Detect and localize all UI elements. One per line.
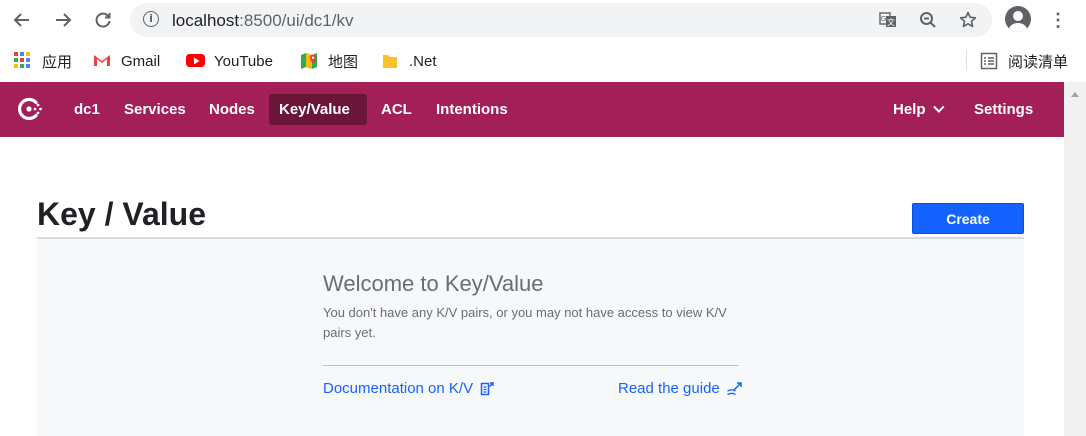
reading-list-label: 阅读清单: [1008, 53, 1069, 71]
nav-settings[interactable]: Settings: [964, 94, 1043, 125]
app-header: dc1 Services Nodes Key/Value ACL Intenti…: [0, 82, 1064, 137]
nav-key-value[interactable]: Key/Value: [269, 94, 367, 125]
maps-icon: [300, 52, 318, 70]
consul-logo-icon[interactable]: [14, 93, 46, 125]
docs-icon: [480, 381, 494, 395]
folder-icon: [381, 52, 399, 70]
empty-state-panel: Welcome to Key/Value You don't have any …: [37, 239, 1024, 436]
nav-intentions[interactable]: Intentions: [426, 94, 518, 125]
page-title: Key / Value: [37, 196, 206, 232]
scroll-up-icon[interactable]: [1071, 92, 1079, 97]
svg-text:文: 文: [887, 17, 895, 27]
zoom-icon[interactable]: [918, 11, 938, 29]
empty-state-divider: [323, 365, 739, 366]
reading-list-icon: [980, 52, 998, 70]
nav-services[interactable]: Services: [114, 94, 196, 125]
read-guide-link-label: Read the guide: [618, 380, 720, 397]
profile-avatar-icon[interactable]: [1005, 6, 1031, 32]
help-label: Help: [893, 101, 926, 118]
bookmark-label: 地图: [328, 53, 359, 71]
bookmarks-divider: [966, 50, 967, 70]
bookmark-folder-net[interactable]: .Net: [381, 51, 437, 71]
apps-grid-icon: [14, 52, 32, 70]
documentation-link[interactable]: Documentation on K/V: [323, 380, 495, 397]
empty-state-title: Welcome to Key/Value: [323, 271, 544, 296]
translate-icon[interactable]: 文G: [878, 11, 898, 29]
chevron-down-icon: [932, 101, 945, 113]
bookmarks-bar: 应用 Gmail YouTube 地图 .Net 阅读清单: [0, 40, 1086, 82]
address-bar[interactable]: i localhost:8500/ui/dc1/kv 文G: [130, 3, 992, 37]
youtube-icon: [186, 52, 205, 70]
nav-datacenter[interactable]: dc1: [64, 94, 110, 125]
bookmark-youtube[interactable]: YouTube: [186, 51, 273, 71]
browser-menu-icon[interactable]: ⋮: [1048, 9, 1068, 31]
gmail-icon: [93, 52, 111, 70]
bookmark-label: YouTube: [214, 52, 273, 70]
bookmark-label: .Net: [409, 52, 437, 70]
read-guide-link[interactable]: Read the guide: [618, 380, 744, 397]
page-scrollbar[interactable]: [1064, 82, 1086, 436]
nav-acl[interactable]: ACL: [371, 94, 422, 125]
guide-icon: [726, 381, 742, 395]
bookmark-gmail[interactable]: Gmail: [93, 51, 160, 71]
documentation-link-label: Documentation on K/V: [323, 380, 474, 397]
bookmark-label: 应用: [42, 53, 73, 71]
nav-nodes[interactable]: Nodes: [199, 94, 265, 125]
create-button[interactable]: Create: [912, 203, 1024, 234]
reload-icon[interactable]: [91, 9, 115, 31]
svg-text:G: G: [881, 15, 886, 23]
browser-toolbar: i localhost:8500/ui/dc1/kv 文G ⋮: [0, 0, 1086, 40]
bookmark-label: Gmail: [121, 52, 161, 70]
forward-arrow-icon[interactable]: [51, 9, 75, 31]
nav-help[interactable]: Help: [883, 94, 950, 125]
bookmark-star-icon[interactable]: [958, 11, 978, 29]
bookmark-apps[interactable]: 应用: [14, 51, 72, 71]
reading-list[interactable]: 阅读清单: [980, 51, 1068, 71]
back-arrow-icon[interactable]: [10, 9, 34, 31]
bookmark-maps[interactable]: 地图: [300, 51, 358, 71]
site-info-icon[interactable]: i: [143, 11, 159, 27]
empty-state-text: You don't have any K/V pairs, or you may…: [323, 305, 727, 340]
url-text[interactable]: localhost:8500/ui/dc1/kv: [172, 11, 353, 31]
